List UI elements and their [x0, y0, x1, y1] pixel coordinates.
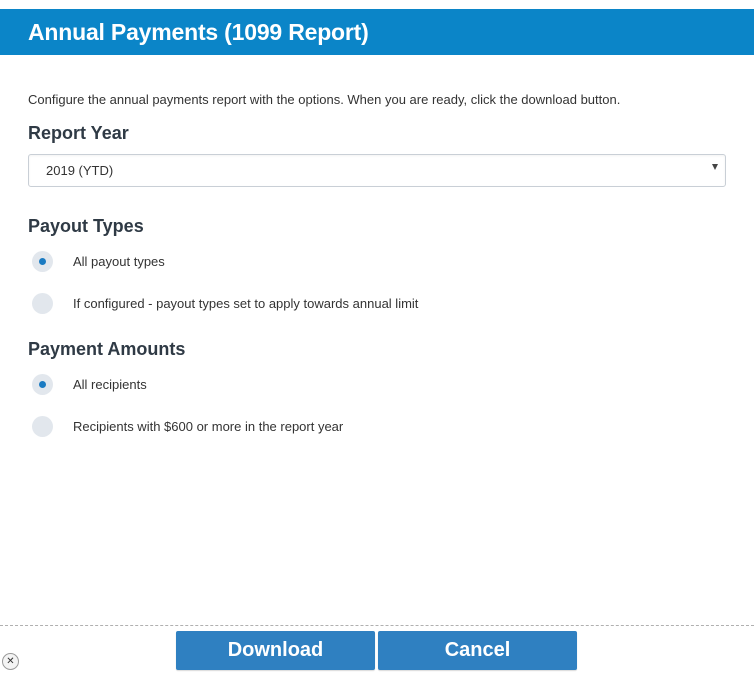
close-icon: ✕ — [6, 656, 15, 667]
radio-button[interactable] — [32, 251, 53, 272]
report-year-value: 2019 (YTD) — [46, 163, 114, 178]
dialog-header: Annual Payments (1099 Report) — [0, 9, 754, 55]
payout-types-heading: Payout Types — [28, 216, 144, 236]
radio-label: Recipients with $600 or more in the repo… — [73, 419, 344, 434]
radio-button[interactable] — [32, 374, 53, 395]
download-button[interactable]: Download — [176, 631, 375, 670]
payment-amounts-heading: Payment Amounts — [28, 339, 186, 359]
radio-label: All payout types — [73, 254, 165, 269]
report-year-heading: Report Year — [28, 123, 129, 143]
intro-text: Configure the annual payments report wit… — [28, 92, 621, 107]
dialog-title: Annual Payments (1099 Report) — [28, 19, 369, 45]
radio-label: If configured - payout types set to appl… — [73, 296, 419, 311]
close-button[interactable]: ✕ — [2, 653, 19, 670]
caret-down-icon — [712, 164, 718, 170]
report-year-select[interactable]: 2019 (YTD) — [28, 154, 726, 187]
radio-button[interactable] — [32, 416, 53, 437]
radio-label: All recipients — [73, 377, 147, 392]
footer-divider — [0, 625, 754, 626]
radio-button[interactable] — [32, 293, 53, 314]
cancel-button[interactable]: Cancel — [378, 631, 577, 670]
